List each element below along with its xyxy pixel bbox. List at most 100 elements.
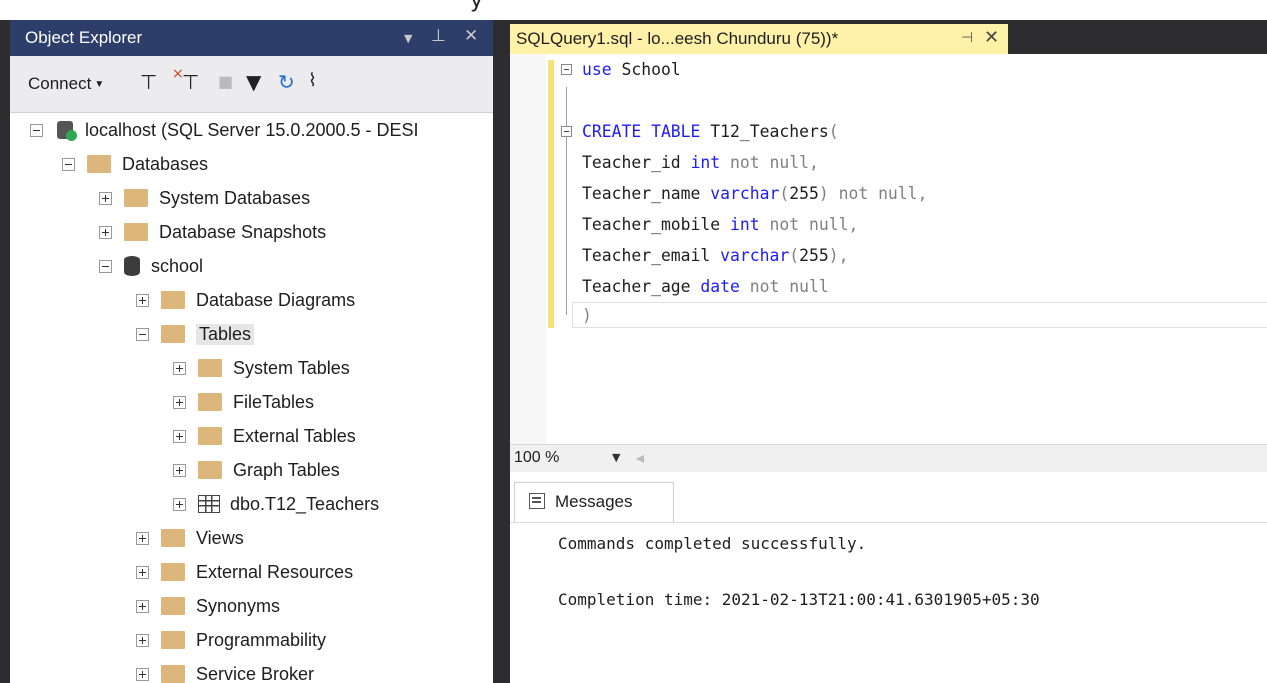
- tree-node-external-resources[interactable]: External Resources: [136, 557, 353, 587]
- folder-icon: [198, 427, 222, 445]
- tree-node-external-tables[interactable]: External Tables: [173, 421, 356, 451]
- folder-icon: [198, 461, 222, 479]
- expand-icon[interactable]: [99, 191, 112, 205]
- messages-icon: [529, 493, 545, 509]
- object-explorer-toolbar: Connect ▼ ⊤ × ⊤ ■ ▼ ↻ ⌇: [10, 56, 493, 113]
- expand-icon[interactable]: [136, 633, 149, 647]
- refresh-icon[interactable]: ↻: [278, 70, 295, 94]
- tab-messages[interactable]: Messages: [514, 482, 674, 523]
- tree-node-label: FileTables: [233, 391, 315, 412]
- tree-node-label: External Tables: [233, 425, 356, 446]
- panel-splitter[interactable]: [503, 20, 510, 683]
- expand-icon[interactable]: [99, 225, 112, 239]
- tree-node-label: dbo.T12_Teachers: [230, 493, 380, 514]
- folder-icon: [161, 563, 185, 581]
- window-position-dropdown-icon[interactable]: ▼: [404, 32, 412, 45]
- tab-title: SQLQuery1.sql - lo...eesh Chunduru (75))…: [516, 29, 839, 48]
- fold-guide-line: [566, 87, 567, 315]
- tree-node-synonyms[interactable]: Synonyms: [136, 591, 280, 621]
- tree-node-system-tables[interactable]: System Tables: [173, 353, 350, 383]
- collapse-icon[interactable]: [62, 157, 75, 171]
- code-line-3: CREATE TABLE T12_Teachers(: [582, 122, 839, 141]
- collapse-icon[interactable]: [99, 259, 112, 273]
- object-explorer-titlebar: Object Explorer ▼ ⊥ ✕: [10, 20, 493, 56]
- connect-label: Connect: [28, 74, 92, 93]
- tree-node-label: localhost (SQL Server 15.0.2000.5 - DESI: [85, 119, 419, 140]
- pin-tab-icon[interactable]: ⊣: [961, 30, 973, 46]
- tree-node-database-diagrams[interactable]: Database Diagrams: [136, 285, 355, 315]
- tree-node-server[interactable]: localhost (SQL Server 15.0.2000.5 - DESI: [30, 115, 419, 145]
- expand-icon[interactable]: [173, 429, 186, 443]
- filter-icon[interactable]: ▼: [246, 70, 261, 94]
- folder-icon: [161, 597, 185, 615]
- tree-node-label: school: [151, 255, 204, 276]
- collapse-icon[interactable]: [30, 123, 43, 137]
- tree-node-label: External Resources: [196, 561, 354, 582]
- zoom-bar: 100 % ▼ ◂: [510, 444, 1267, 473]
- tree-node-label: Graph Tables: [233, 459, 340, 480]
- folder-icon: [198, 393, 222, 411]
- tree-node-filetables[interactable]: FileTables: [173, 387, 314, 417]
- expand-icon[interactable]: [136, 293, 149, 307]
- tab-sqlquery1[interactable]: SQLQuery1.sql - lo...eesh Chunduru (75))…: [510, 24, 1008, 54]
- tree-node-label: System Databases: [159, 187, 311, 208]
- expand-icon[interactable]: [173, 361, 186, 375]
- expand-icon[interactable]: [136, 565, 149, 579]
- tree-node-databases[interactable]: Databases: [62, 149, 208, 179]
- disconnect-plug-icon[interactable]: ⊤: [182, 70, 199, 94]
- expand-icon[interactable]: [173, 497, 186, 511]
- object-explorer-panel: Object Explorer ▼ ⊥ ✕ Connect ▼ ⊤ × ⊤ ■ ▼…: [0, 20, 503, 683]
- table-icon: [198, 495, 220, 513]
- folder-icon: [161, 325, 185, 343]
- tree-node-service-broker[interactable]: Service Broker: [136, 659, 314, 683]
- tree-node-tables[interactable]: Tables: [136, 319, 255, 349]
- tree-node-t12-teachers[interactable]: dbo.T12_Teachers: [173, 489, 379, 519]
- server-icon: [55, 119, 77, 141]
- fold-toggle-icon[interactable]: [561, 126, 572, 137]
- results-tab-divider: [510, 522, 1267, 523]
- tree-node-programmability[interactable]: Programmability: [136, 625, 326, 655]
- tree-node-label: Views: [196, 527, 244, 548]
- code-line-8: Teacher_age date not null: [582, 277, 829, 296]
- expand-icon[interactable]: [173, 463, 186, 477]
- fold-toggle-icon[interactable]: [561, 64, 572, 75]
- top-strip: y: [0, 0, 1267, 20]
- code-line-1: use School: [582, 60, 681, 79]
- collapse-icon[interactable]: [136, 327, 149, 341]
- tree-node-school[interactable]: school: [99, 251, 203, 281]
- tree-node-graph-tables[interactable]: Graph Tables: [173, 455, 340, 485]
- folder-icon: [161, 291, 185, 309]
- connect-plug-icon[interactable]: ⊤: [140, 70, 157, 94]
- window-fragment-glyph: y: [470, 0, 484, 13]
- code-line-4: Teacher_id int not null,: [582, 153, 819, 172]
- folder-icon: [124, 223, 148, 241]
- folder-icon: [87, 155, 111, 173]
- pin-icon[interactable]: ⊥: [431, 26, 446, 46]
- chevron-down-icon: ▼: [94, 79, 105, 90]
- unsaved-changes-bar: [548, 60, 554, 328]
- close-tab-icon[interactable]: ✕: [984, 27, 999, 48]
- message-line-status: Commands completed successfully.: [558, 534, 867, 553]
- zoom-level[interactable]: 100 %: [514, 449, 559, 467]
- folder-icon: [198, 359, 222, 377]
- tree-node-system-databases[interactable]: System Databases: [99, 183, 310, 213]
- query-editor[interactable]: use School CREATE TABLE T12_Teachers( Te…: [510, 54, 1267, 444]
- zoom-dropdown-icon[interactable]: ▼: [612, 451, 620, 464]
- expand-icon[interactable]: [136, 667, 149, 681]
- stop-icon[interactable]: ■: [218, 72, 233, 91]
- tree-node-views[interactable]: Views: [136, 523, 244, 553]
- close-icon[interactable]: ✕: [464, 26, 478, 46]
- folder-icon: [124, 189, 148, 207]
- current-line-highlight: [572, 302, 1267, 328]
- activity-monitor-icon[interactable]: ⌇: [308, 70, 317, 91]
- message-line-completion-time: Completion time: 2021-02-13T21:00:41.630…: [558, 590, 1040, 609]
- scroll-left-icon[interactable]: ◂: [636, 448, 644, 467]
- expand-icon[interactable]: [136, 531, 149, 545]
- results-pane: Messages Commands completed successfully…: [510, 472, 1267, 683]
- tree-node-database-snapshots[interactable]: Database Snapshots: [99, 217, 326, 247]
- connect-button[interactable]: Connect ▼: [28, 74, 104, 94]
- expand-icon[interactable]: [136, 599, 149, 613]
- expand-icon[interactable]: [173, 395, 186, 409]
- code-line-6: Teacher_mobile int not null,: [582, 215, 859, 234]
- folder-icon: [161, 529, 185, 547]
